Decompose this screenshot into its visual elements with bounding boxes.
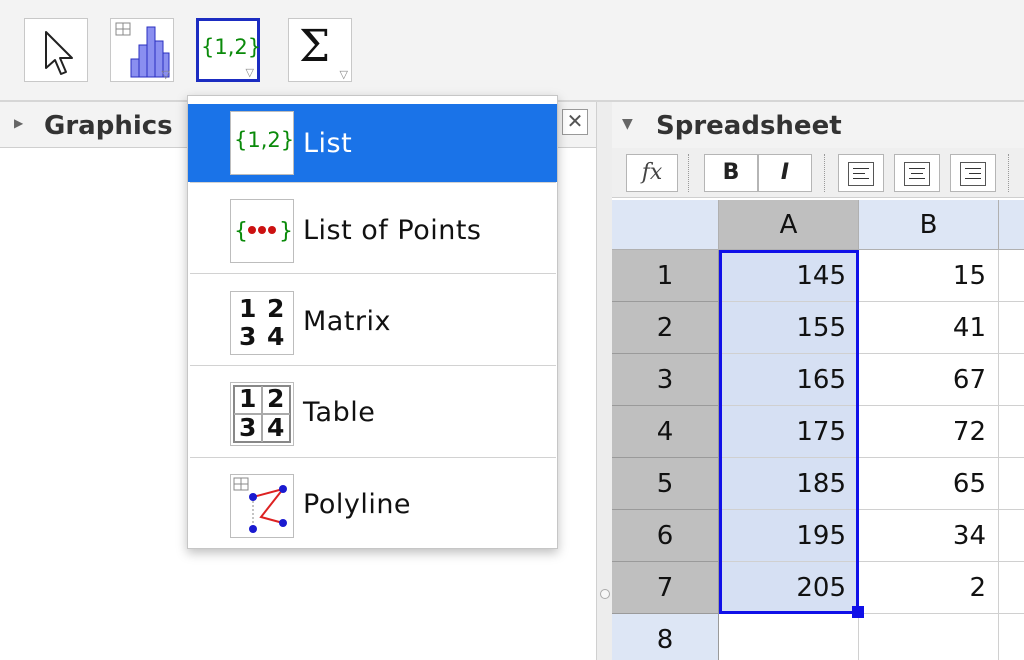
row-header[interactable]: 6 xyxy=(612,510,719,562)
cell-c[interactable] xyxy=(999,302,1024,354)
row-header[interactable]: 3 xyxy=(612,354,719,406)
table-cell: 3 xyxy=(239,413,257,442)
row-header[interactable]: 8 xyxy=(612,614,719,660)
cell-b[interactable]: 67 xyxy=(859,354,999,406)
graphics-title: Graphics xyxy=(44,111,173,141)
menu-separator xyxy=(190,457,556,458)
menu-item-label: Matrix xyxy=(303,306,392,337)
splitter-handle-icon[interactable] xyxy=(600,589,610,599)
cell-a[interactable] xyxy=(719,614,859,660)
submenu-triangle-icon: ▽ xyxy=(161,68,170,81)
fill-handle[interactable] xyxy=(852,606,864,618)
italic-button[interactable]: I xyxy=(758,154,812,192)
cell-c[interactable] xyxy=(999,510,1024,562)
toolbar-separator xyxy=(1008,154,1010,192)
submenu-triangle-icon: ▽ xyxy=(245,66,254,79)
fx-button[interactable]: fx xyxy=(626,154,678,192)
menu-item-list[interactable]: {1,2} List xyxy=(188,104,557,182)
collapse-arrow-icon[interactable]: ▶ xyxy=(14,116,23,130)
cell-b[interactable]: 65 xyxy=(859,458,999,510)
move-tool-button[interactable] xyxy=(24,18,88,82)
menu-item-list-of-points[interactable]: { } List of Points xyxy=(188,187,557,278)
matrix-cell: 3 xyxy=(239,322,257,351)
cell-c[interactable] xyxy=(999,250,1024,302)
table-cell: 1 xyxy=(239,384,257,413)
align-left-icon xyxy=(848,162,874,186)
cell-c[interactable] xyxy=(999,406,1024,458)
toolbar-separator xyxy=(688,154,690,192)
cell-c[interactable] xyxy=(999,614,1024,660)
spreadsheet-panel-header: ▼ Spreadsheet xyxy=(612,102,1024,148)
bold-button[interactable]: B xyxy=(704,154,758,192)
cell-b[interactable]: 72 xyxy=(859,406,999,458)
matrix-cell: 2 xyxy=(267,294,285,323)
row-header[interactable]: 2 xyxy=(612,302,719,354)
menu-item-table[interactable]: 1 2 3 4 Table xyxy=(188,370,557,461)
list-tool-button[interactable]: {1,2} ▽ xyxy=(196,18,262,82)
matrix-cell: 1 xyxy=(239,294,257,323)
row-header[interactable]: 7 xyxy=(612,562,719,614)
cell-c[interactable] xyxy=(999,458,1024,510)
cell-c[interactable] xyxy=(999,562,1024,614)
cell-c[interactable] xyxy=(999,354,1024,406)
main-toolbar: ▽ {1,2} ▽ Σ ▽ xyxy=(0,0,1024,100)
menu-separator xyxy=(190,273,556,274)
column-header-b[interactable]: B xyxy=(859,200,999,250)
list-of-points-icon: { } xyxy=(230,199,294,263)
cell-b[interactable]: 2 xyxy=(859,562,999,614)
collapse-arrow-icon[interactable]: ▼ xyxy=(622,116,633,132)
fx-icon: fx xyxy=(641,160,663,185)
list-icon-label: {1,2} xyxy=(234,128,295,152)
list-icon: {1,2} xyxy=(230,111,294,175)
cell-b[interactable] xyxy=(859,614,999,660)
table-icon: 1 2 3 4 xyxy=(230,382,294,446)
selection-box xyxy=(719,250,859,614)
close-icon[interactable]: ✕ xyxy=(562,109,588,135)
menu-separator xyxy=(190,365,556,366)
list-icon: {1,2} xyxy=(201,35,262,59)
align-right-button[interactable] xyxy=(950,154,996,192)
menu-item-polyline[interactable]: Polyline xyxy=(188,462,557,553)
one-variable-analysis-tool-button[interactable]: ▽ xyxy=(110,18,174,82)
cell-b[interactable]: 34 xyxy=(859,510,999,562)
spreadsheet-title: Spreadsheet xyxy=(656,111,842,141)
bold-label: B xyxy=(722,160,740,185)
align-center-button[interactable] xyxy=(894,154,940,192)
column-header-c[interactable] xyxy=(999,200,1024,250)
column-header-a[interactable]: A xyxy=(719,200,859,250)
matrix-icon: 1 2 3 4 xyxy=(230,291,294,355)
toolbar-separator xyxy=(824,154,826,192)
menu-item-label: Polyline xyxy=(303,489,412,520)
svg-text:{: { xyxy=(234,219,248,244)
list-tools-dropdown: {1,2} List { } List of Points 1 2 3 4 Ma… xyxy=(187,95,558,549)
menu-item-label: Table xyxy=(303,397,376,428)
align-right-icon xyxy=(960,162,986,186)
menu-item-matrix[interactable]: 1 2 3 4 Matrix xyxy=(188,278,557,369)
row-header[interactable]: 1 xyxy=(612,250,719,302)
spreadsheet-grid: A B 1 145 15 2 155 41 3 165 67 4 175 72 5 185 65 6 195 34… xyxy=(612,200,1024,660)
grid-corner[interactable] xyxy=(612,200,719,250)
cell-b[interactable]: 15 xyxy=(859,250,999,302)
submenu-triangle-icon: ▽ xyxy=(339,68,348,81)
italic-label: I xyxy=(780,160,790,185)
sigma-icon: Σ xyxy=(299,21,331,72)
table-cell: 2 xyxy=(267,384,285,413)
menu-separator xyxy=(190,182,556,183)
menu-item-label: List of Points xyxy=(303,215,482,246)
sum-tool-button[interactable]: Σ ▽ xyxy=(288,18,352,82)
table-cell: 4 xyxy=(267,413,285,442)
align-center-icon xyxy=(904,162,930,186)
row-header[interactable]: 4 xyxy=(612,406,719,458)
panel-splitter[interactable] xyxy=(596,102,612,660)
row-header[interactable]: 5 xyxy=(612,458,719,510)
cell-b[interactable]: 41 xyxy=(859,302,999,354)
menu-item-label: List xyxy=(303,128,353,159)
svg-text:}: } xyxy=(279,219,293,244)
polyline-icon xyxy=(230,474,294,538)
matrix-cell: 4 xyxy=(267,322,285,351)
spreadsheet-toolbar: fx B I xyxy=(612,148,1024,198)
align-left-button[interactable] xyxy=(838,154,884,192)
